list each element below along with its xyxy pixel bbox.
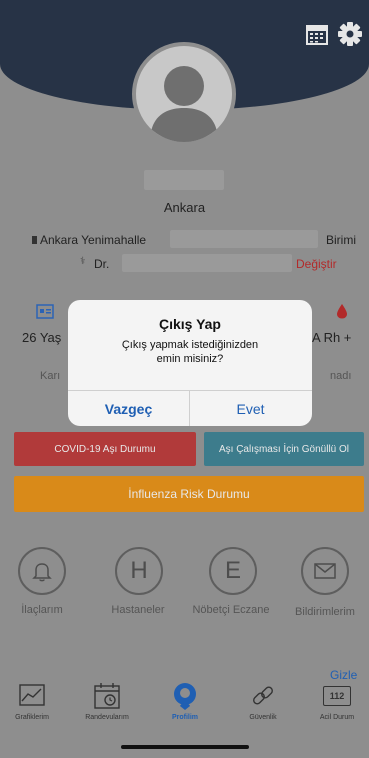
avatar[interactable]	[132, 42, 236, 146]
doctor-icon: ⚕	[80, 256, 86, 267]
tab-appointments[interactable]: Randevularım	[77, 680, 137, 740]
right-stat-label: nadı	[330, 370, 352, 382]
age-value: 26 Yaş	[22, 330, 62, 345]
confirm-button[interactable]: Evet	[190, 391, 311, 426]
tab-security-label: Güvenlik	[249, 714, 277, 721]
unit-label: Birimi	[326, 233, 356, 247]
pharmacy-label: Nöbetçi Eczane	[192, 604, 270, 616]
blood-type-value: A Rh +	[312, 330, 352, 345]
hospital-label: Ankara Yenimahalle	[40, 233, 147, 247]
envelope-icon	[314, 563, 336, 579]
profile-icon	[174, 683, 196, 710]
covid-vaccine-status-button[interactable]: COVID-19 Aşı Durumu	[14, 432, 196, 466]
influenza-risk-button[interactable]: İnfluenza Risk Durumu	[14, 476, 364, 512]
hospital-redacted	[170, 230, 318, 248]
logout-dialog: Çıkış Yap Çıkış yapmak istediğinizden em…	[68, 300, 312, 426]
tab-charts[interactable]: Grafiklerim	[2, 680, 62, 740]
blood-drop-icon	[337, 304, 347, 319]
chart-icon	[19, 684, 45, 706]
tab-profile[interactable]: Profilim	[155, 680, 215, 740]
vaccine-volunteer-button[interactable]: Aşı Çalışması İçin Gönüllü Ol	[204, 432, 364, 466]
tab-emergency[interactable]: 112 Acil Durum	[307, 680, 367, 740]
person-silhouette-icon	[150, 66, 218, 142]
cancel-button[interactable]: Vazgeç	[68, 391, 189, 426]
home-indicator	[121, 745, 249, 749]
pharmacy-button[interactable]: E	[209, 547, 257, 595]
tab-emergency-label: Acil Durum	[319, 714, 355, 721]
hospital-icon	[32, 236, 37, 244]
calendar-icon[interactable]	[305, 22, 329, 46]
city-label: Ankara	[163, 200, 206, 215]
hospitals-label: Hastaneler	[111, 604, 165, 616]
doctor-label: Dr.	[94, 257, 110, 271]
dialog-message: Çıkış yapmak istediğinizden emin misiniz…	[68, 338, 312, 366]
tab-profile-label: Profilim	[171, 714, 199, 721]
tab-security[interactable]: Güvenlik	[233, 680, 293, 740]
name-redacted	[144, 170, 224, 190]
medications-button[interactable]	[18, 547, 66, 595]
notifications-label: Bildirimlerim	[295, 606, 355, 618]
tab-charts-label: Grafiklerim	[15, 714, 49, 721]
tab-appointments-label: Randevularım	[85, 714, 129, 721]
id-card-icon	[36, 304, 54, 319]
calendar-clock-icon	[94, 683, 120, 709]
dialog-actions: Vazgeç Evet	[68, 390, 312, 426]
medications-label: İlaçlarım	[21, 604, 63, 616]
emergency-112-icon: 112	[323, 686, 351, 706]
bell-icon	[32, 563, 52, 582]
emergency-badge-text: 112	[329, 691, 345, 701]
link-icon	[253, 686, 273, 705]
change-doctor-link[interactable]: Değiştir	[296, 257, 337, 271]
gear-icon[interactable]	[337, 21, 363, 47]
doctor-redacted	[122, 254, 292, 272]
notifications-button[interactable]	[301, 547, 349, 595]
dialog-message-text: Çıkış yapmak istediğinizden emin misiniz…	[121, 339, 259, 365]
dialog-title: Çıkış Yap	[158, 316, 221, 332]
hospitals-button[interactable]: H	[115, 547, 163, 595]
pharmacy-letter: E	[224, 557, 241, 584]
hospitals-letter: H	[130, 557, 148, 584]
left-stat-label: Karı	[40, 370, 61, 382]
